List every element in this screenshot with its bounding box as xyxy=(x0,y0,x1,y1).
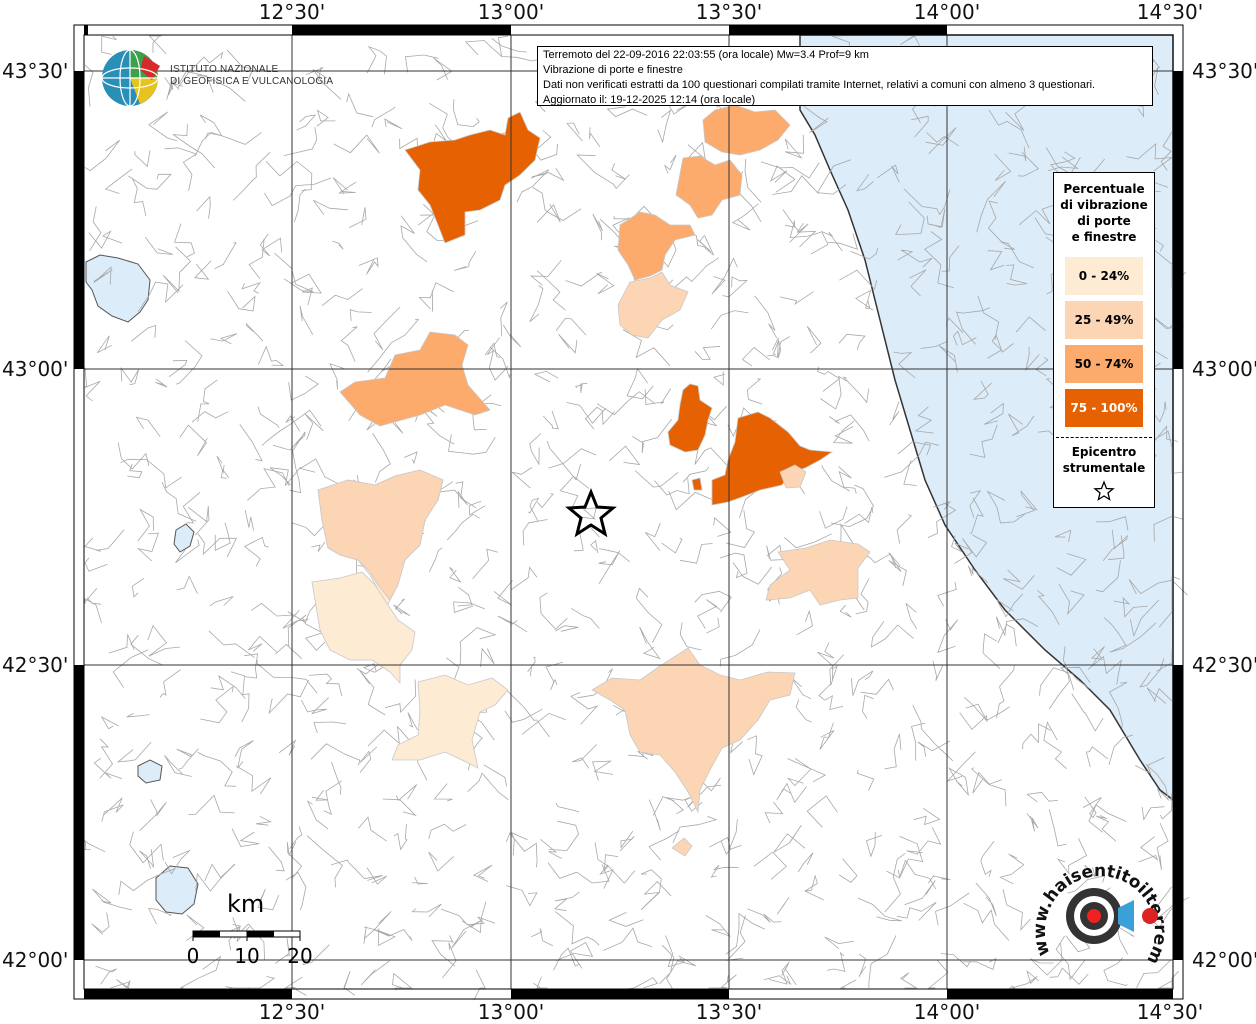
legend-class-0-24: 0 - 24% xyxy=(1065,257,1143,295)
lon-label-top-1: 12°30' xyxy=(258,0,326,24)
scale-unit: km xyxy=(227,890,265,918)
logo-line-2: DI GEOFISICA E VULCANOLOGIA xyxy=(170,76,334,87)
lon-label-bottom-3: 13°30' xyxy=(695,1000,763,1024)
ingv-globe-logo xyxy=(101,49,160,107)
legend: Percentuale di vibrazione di porte e fin… xyxy=(1053,172,1155,508)
scale-tick-0: 0 xyxy=(186,944,200,968)
lat-label-right-2: 43°00' xyxy=(1192,357,1256,381)
lat-label-left-3: 42°30' xyxy=(2,653,69,677)
lat-label-right-3: 42°30' xyxy=(1192,653,1256,677)
lat-label-left-4: 42°00' xyxy=(2,948,69,972)
legend-title-line: di porte xyxy=(1077,214,1131,228)
legend-class-50-74: 50 - 74% xyxy=(1065,345,1143,383)
legend-epicenter-line: Epicentro xyxy=(1071,445,1137,459)
event-parameter: Vibrazione di porte e finestre xyxy=(543,64,683,76)
legend-title-line: e finestre xyxy=(1071,230,1137,244)
legend-title: Percentuale di vibrazione di porte e fin… xyxy=(1054,173,1154,245)
legend-class-25-49: 25 - 49% xyxy=(1065,301,1143,339)
event-title: Terremoto del 22-09-2016 22:03:55 (ora l… xyxy=(543,49,869,61)
lon-label-top-4: 14°00' xyxy=(913,0,981,24)
legend-epicenter-line: strumentale xyxy=(1062,461,1146,475)
logo-line-1: ISTITUTO NAZIONALE xyxy=(170,64,279,75)
municipality-75-100-d[interactable] xyxy=(691,477,703,491)
lat-label-right-1: 43°30' xyxy=(1192,59,1256,83)
scale-tick-20: 20 xyxy=(287,944,313,968)
lon-label-bottom-5: 14°30' xyxy=(1136,1000,1204,1024)
lat-label-left-1: 43°30' xyxy=(2,59,69,83)
scale-bar xyxy=(192,930,301,941)
lon-label-bottom-1: 12°30' xyxy=(258,1000,326,1024)
event-info-box: Terremoto del 22-09-2016 22:03:55 (ora l… xyxy=(537,46,1153,106)
lon-label-top-2: 13°00' xyxy=(477,0,545,24)
event-updated: Aggiornato il: 19-12-2025 12:14 (ora loc… xyxy=(543,94,756,106)
legend-title-line: di vibrazione xyxy=(1060,198,1148,212)
legend-class-75-100: 75 - 100% xyxy=(1065,389,1143,427)
haisentitoilterremoto-logo: www.haisentitoilterremoto.it xyxy=(1030,858,1170,967)
lon-label-bottom-4: 14°00' xyxy=(913,1000,981,1024)
ingv-logo-text: ISTITUTO NAZIONALE DI GEOFISICA E VULCAN… xyxy=(170,64,333,88)
lon-label-top-3: 13°30' xyxy=(695,0,763,24)
lon-label-bottom-2: 13°00' xyxy=(477,1000,545,1024)
lat-label-left-2: 43°00' xyxy=(2,357,69,381)
legend-epicenter-label: Epicentro strumentale xyxy=(1054,438,1154,476)
scale-tick-10: 10 xyxy=(234,944,260,968)
legend-star-icon xyxy=(1093,480,1115,501)
lon-label-top-5: 14°30' xyxy=(1136,0,1204,24)
lat-label-right-4: 42°00' xyxy=(1192,948,1256,972)
event-disclaimer: Dati non verificati estratti da 100 ques… xyxy=(543,79,1096,91)
legend-title-line: Percentuale xyxy=(1063,182,1145,196)
